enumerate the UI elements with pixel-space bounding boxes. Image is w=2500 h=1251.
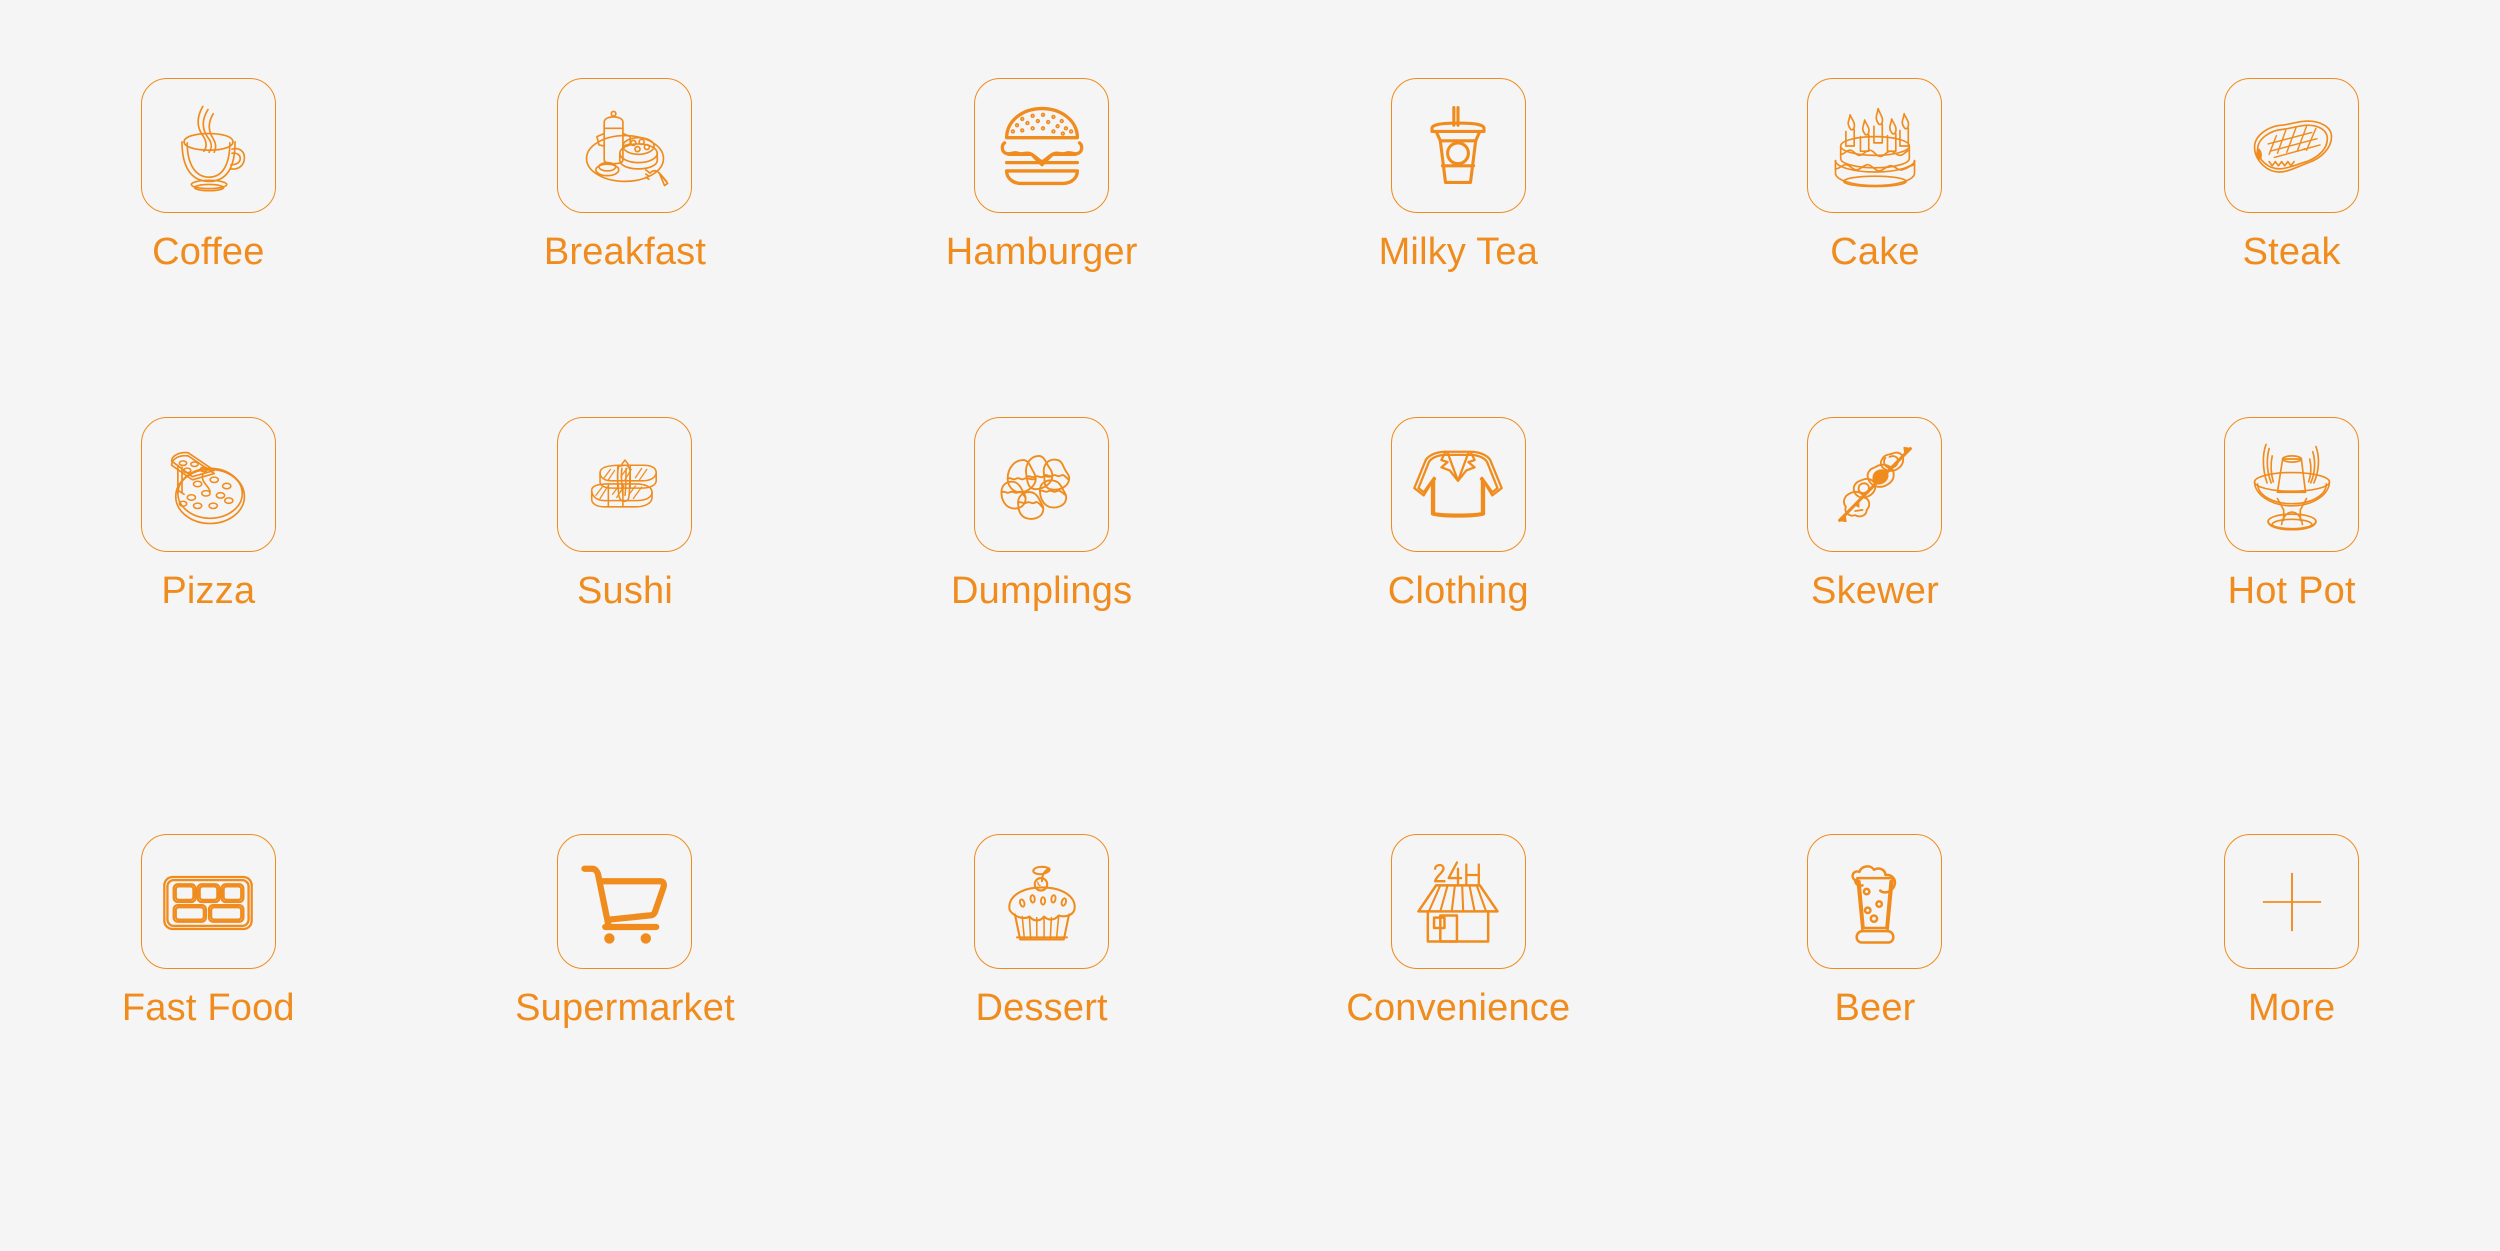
category-item-skewer[interactable]: Skewer [1667, 417, 2084, 834]
category-label: Skewer [1811, 570, 1939, 612]
hamburger-icon [1000, 106, 1083, 185]
category-item-dumplings[interactable]: Dumplings [833, 417, 1250, 834]
category-item-clothing[interactable]: Clothing [1250, 417, 1667, 834]
category-item-milky-tea[interactable]: Milky Tea [1250, 0, 1667, 417]
shirt-icon [1413, 450, 1504, 518]
category-label: Clothing [1387, 570, 1529, 612]
category-tile-milky-tea[interactable] [1390, 78, 1526, 213]
category-tile-convenience[interactable] [1390, 834, 1526, 969]
category-item-sushi[interactable]: Sushi [417, 417, 834, 834]
steak-icon [2253, 119, 2333, 173]
category-tile-skewer[interactable] [1807, 417, 1943, 552]
category-label: Breakfast [543, 231, 707, 273]
category-item-dessert[interactable]: Dessert [833, 834, 1250, 1251]
store-sign-24h [1434, 860, 1481, 887]
category-label: Steak [2242, 231, 2341, 273]
category-tile-hamburger[interactable] [974, 78, 1110, 213]
category-tile-sushi[interactable] [557, 417, 693, 552]
category-tile-cake[interactable] [1807, 78, 1943, 213]
category-tile-steak[interactable] [2224, 78, 2360, 213]
category-label: Cake [1830, 231, 1920, 273]
category-item-hot-pot[interactable]: Hot Pot [2083, 417, 2500, 834]
dumplings-icon [1000, 454, 1070, 520]
category-label: Coffee [152, 231, 265, 273]
category-tile-fast-food[interactable] [140, 834, 276, 969]
category-label: Dessert [975, 987, 1108, 1029]
coffee-cup-icon [181, 105, 246, 192]
category-label: Dumplings [950, 570, 1133, 612]
category-label: Hamburger [945, 231, 1138, 273]
category-tile-dessert[interactable] [974, 834, 1110, 969]
category-label: Convenience [1346, 987, 1571, 1029]
breakfast-tray-icon [585, 110, 669, 186]
category-item-pizza[interactable]: Pizza [0, 417, 417, 834]
category-grid: Coffee Breakfast Hamburger Milky Tea Cak… [0, 0, 2500, 1251]
category-label: Supermarket [515, 987, 735, 1029]
category-tile-coffee[interactable] [140, 78, 276, 213]
milk-tea-cup-icon [1430, 105, 1486, 184]
category-tile-breakfast[interactable] [557, 78, 693, 213]
category-tile-beer[interactable] [1807, 834, 1943, 969]
category-label: More [2247, 987, 2336, 1029]
category-item-fast-food[interactable]: Fast Food [0, 834, 417, 1251]
category-item-more[interactable]: More [2083, 834, 2500, 1251]
convenience-store-icon [1417, 860, 1500, 943]
category-label: Fast Food [121, 987, 295, 1029]
cupcake-icon [1007, 865, 1076, 940]
category-label: Milky Tea [1378, 231, 1539, 273]
category-item-steak[interactable]: Steak [2083, 0, 2500, 417]
category-label: Pizza [161, 570, 256, 612]
category-item-cake[interactable]: Cake [1667, 0, 2084, 417]
category-item-coffee[interactable]: Coffee [0, 0, 417, 417]
category-label: Hot Pot [2227, 570, 2356, 612]
category-item-hamburger[interactable]: Hamburger [833, 0, 1250, 417]
shopping-cart-icon [581, 865, 667, 944]
category-tile-hot-pot[interactable] [2224, 417, 2360, 552]
category-tile-supermarket[interactable] [557, 834, 693, 969]
beer-mug-icon [1851, 864, 1897, 944]
category-item-supermarket[interactable]: Supermarket [417, 834, 834, 1251]
plus-icon [2262, 872, 2321, 931]
category-tile-dumplings[interactable] [974, 417, 1110, 552]
skewer-icon [1838, 446, 1912, 522]
hot-pot-icon [2253, 443, 2330, 531]
pizza-icon [171, 451, 246, 524]
category-label: Beer [1834, 987, 1916, 1029]
category-tile-pizza[interactable] [140, 417, 276, 552]
birthday-cake-icon [1834, 107, 1916, 187]
category-tile-clothing[interactable] [1390, 417, 1526, 552]
category-tile-more[interactable] [2224, 834, 2360, 969]
category-item-breakfast[interactable]: Breakfast [417, 0, 834, 417]
category-item-beer[interactable]: Beer [1667, 834, 2084, 1251]
category-label: Sushi [576, 570, 674, 612]
sushi-icon [590, 458, 657, 508]
category-item-convenience[interactable]: Convenience [1250, 834, 1667, 1251]
bento-tray-icon [163, 875, 254, 930]
